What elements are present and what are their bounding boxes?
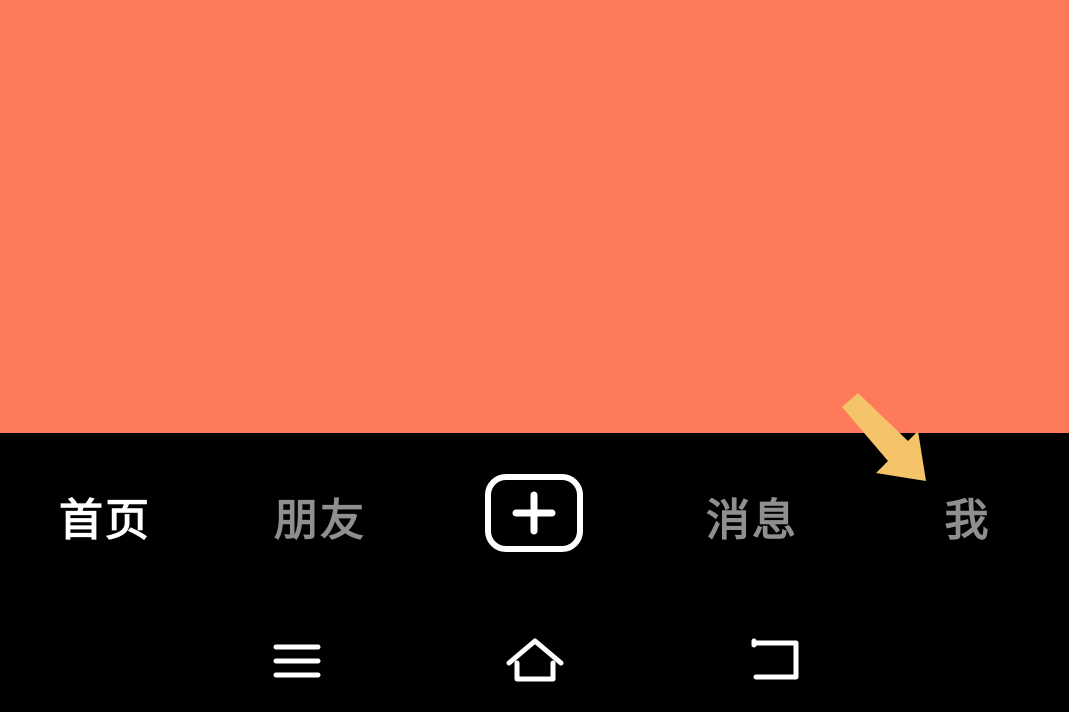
home-button[interactable] [505, 633, 565, 689]
tab-me[interactable]: 我 [930, 481, 1005, 551]
tab-messages[interactable]: 消息 [697, 481, 807, 551]
app-screen: 首页 朋友 消息 我 [0, 0, 1069, 712]
plus-square-icon [485, 474, 583, 552]
tab-home[interactable]: 首页 [50, 481, 160, 551]
tab-friends[interactable]: 朋友 [265, 481, 375, 551]
menu-icon [273, 644, 321, 678]
content-area[interactable] [0, 0, 1069, 433]
back-button[interactable] [746, 633, 806, 689]
home-icon [506, 638, 564, 682]
system-navigation-bar [0, 603, 1069, 712]
create-button[interactable] [484, 473, 584, 553]
recent-apps-button[interactable] [266, 633, 326, 689]
bottom-tab-bar: 首页 朋友 消息 我 [0, 433, 1069, 603]
back-icon [751, 638, 799, 680]
